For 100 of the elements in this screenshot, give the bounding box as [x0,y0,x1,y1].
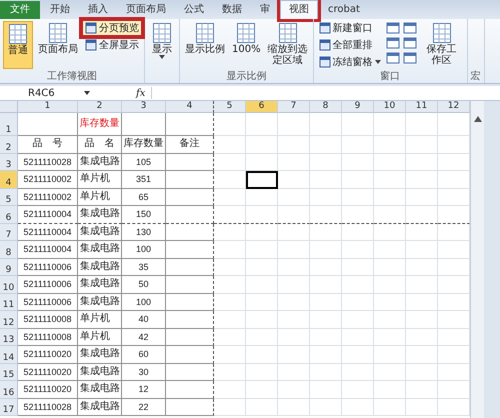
window-icon [85,22,97,34]
row-header[interactable]: 12 [0,311,18,328]
column-heading [310,136,342,154]
table-cell [278,381,310,398]
row-header[interactable]: 13 [0,328,18,346]
table-cell [166,398,214,416]
row-header[interactable]: 2 [0,136,18,154]
table-cell [278,241,310,258]
row-header[interactable]: 9 [0,258,18,276]
table-cell [246,311,278,328]
column-header[interactable]: 7 [278,101,310,113]
group-label: 窗口 [379,71,402,83]
column-header[interactable]: 3 [122,101,166,113]
row-header[interactable]: 3 [0,154,18,171]
ribbon-tab[interactable]: 页面布局 [118,1,174,19]
table-cell [246,328,278,346]
window-icon[interactable] [386,22,400,34]
row-header[interactable]: 4 [0,171,18,188]
column-heading: 品 号 [18,136,78,154]
ribbon-tab[interactable]: 公式 [176,1,212,19]
column-header[interactable]: 12 [438,101,470,113]
ribbon-button[interactable]: 分页预览 [83,21,141,35]
table-cell [310,294,342,311]
row-header[interactable]: 1 [0,113,18,136]
ribbon-button[interactable]: 全部重排 [316,38,383,52]
row-header[interactable]: 17 [0,398,18,416]
table-cell: 22 [122,398,166,416]
ribbon-button[interactable]: 页面布局 [36,21,80,69]
table-cell [342,241,374,258]
column-heading [406,136,438,154]
column-header[interactable]: 10 [374,101,406,113]
row-header[interactable]: 16 [0,381,18,398]
table-cell [278,188,310,206]
column-header[interactable]: 6 [246,101,278,113]
row-header[interactable]: 14 [0,346,18,364]
table-cell [342,154,374,171]
row-header[interactable]: 5 [0,188,18,206]
ribbon-button[interactable]: 显示比例 [183,21,227,69]
ribbon-button[interactable]: 缩放到选定区域 [266,21,310,69]
ribbon-tab[interactable]: 文件 [0,1,40,19]
column-header[interactable]: 5 [214,101,246,113]
table-cell [214,258,246,276]
row-header[interactable]: 8 [0,241,18,258]
table-cell: 5211110020 [18,346,78,364]
window-icon[interactable] [402,52,417,64]
insert-function-button[interactable]: fx [136,88,146,98]
ribbon-tab[interactable]: 数据 [214,1,250,19]
caret-icon[interactable] [84,91,90,95]
table-cell: 42 [122,328,166,346]
ribbon-button[interactable]: 冻结窗格 [316,55,383,69]
table-cell: 100 [122,241,166,258]
table-cell [406,206,438,224]
ribbon-button[interactable]: 普通 [3,21,33,69]
table-cell [406,241,438,258]
column-header[interactable]: 1 [18,101,78,113]
name-box[interactable]: R4C6 [0,88,78,98]
ribbon-tab[interactable]: 审 [252,1,278,19]
vertical-scrollbar[interactable] [470,101,484,418]
ribbon-button[interactable]: 保存工作区 [420,21,464,69]
window-icon[interactable] [402,37,417,49]
ribbon-button[interactable]: 显示 [148,21,176,69]
column-header[interactable]: 4 [166,101,214,113]
table-cell [406,398,438,416]
table-cell: 100 [122,294,166,311]
table-cell [310,113,342,136]
window-icon[interactable] [386,37,400,49]
ribbon-button[interactable]: 100% [230,21,263,69]
row-header[interactable]: 11 [0,294,18,311]
column-header[interactable]: 11 [406,101,438,113]
table-cell: 集成电路 [78,206,122,224]
row-header[interactable]: 15 [0,364,18,381]
column-header[interactable]: 9 [342,101,374,113]
table-cell [214,224,246,241]
row-header[interactable]: 6 [0,206,18,224]
table-cell [310,276,342,294]
active-cell[interactable] [246,171,278,188]
ribbon-tab[interactable]: 视图 [280,0,318,19]
arrow-up-icon[interactable] [474,116,482,122]
table-cell [214,398,246,416]
window-icon[interactable] [386,52,400,64]
table-cell [214,188,246,206]
table-cell [310,328,342,346]
ribbon-tab[interactable]: 插入 [80,1,116,19]
sheet-icon [150,22,174,44]
table-cell: 集成电路 [78,398,122,416]
ribbon-tab[interactable]: crobat [320,1,368,19]
row-header[interactable]: 7 [0,224,18,241]
table-cell [406,224,438,241]
ribbon-button[interactable]: 全屏显示 [83,38,141,52]
window-icon [318,39,331,51]
ribbon-tab[interactable]: 开始 [42,1,78,19]
column-header[interactable]: 2 [78,101,122,113]
table-cell [278,346,310,364]
table-cell [374,311,406,328]
column-header[interactable]: 8 [310,101,342,113]
row-header[interactable]: 10 [0,276,18,294]
window-icon[interactable] [402,22,417,34]
table-cell [406,188,438,206]
table-cell [374,381,406,398]
ribbon-button[interactable]: 新建窗口 [316,21,383,35]
